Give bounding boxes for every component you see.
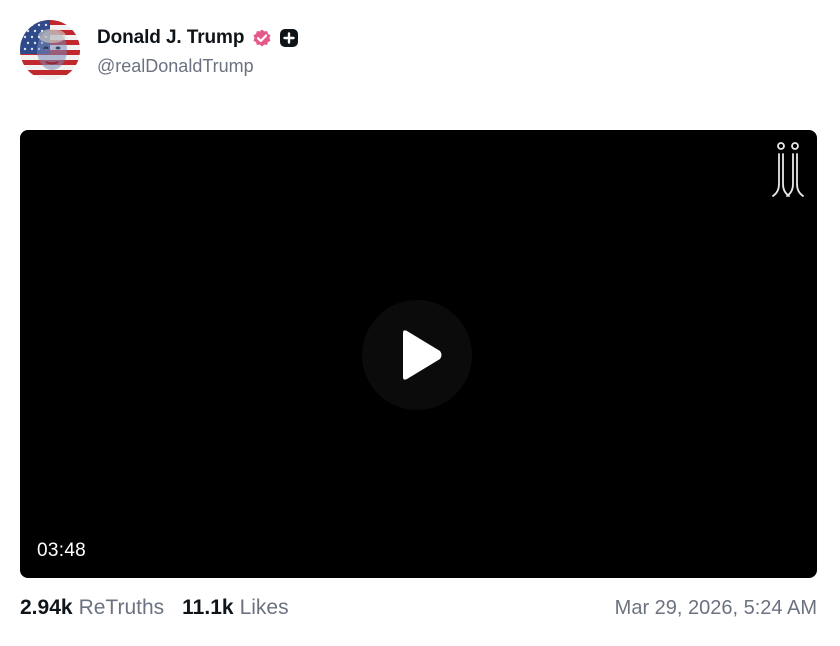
avatar[interactable]	[20, 20, 80, 80]
retruths-stat[interactable]: 2.94k ReTruths	[20, 596, 164, 620]
retruths-label: ReTruths	[78, 596, 165, 619]
play-icon	[403, 330, 442, 380]
post-header: Donald J. Trump @realDonaldTrump	[20, 20, 299, 82]
verified-check-icon	[251, 27, 273, 49]
likes-stat[interactable]: 11.1k Likes	[182, 596, 288, 620]
retruths-count: 2.94k	[20, 596, 73, 619]
video-player[interactable]: 03:48	[20, 130, 817, 578]
author-display-name[interactable]: Donald J. Trump	[97, 27, 244, 49]
author-handle[interactable]: @realDonaldTrump	[97, 56, 299, 77]
truth-social-watermark-icon	[769, 140, 807, 202]
play-button[interactable]	[362, 300, 472, 410]
plus-badge-icon	[279, 28, 299, 48]
likes-count: 11.1k	[182, 596, 234, 619]
author-info: Donald J. Trump @realDonaldTrump	[97, 25, 299, 77]
author-name-row: Donald J. Trump	[97, 25, 299, 51]
flag-portrait-avatar-icon	[20, 20, 80, 80]
post-timestamp[interactable]: Mar 29, 2026, 5:24 AM	[615, 597, 817, 620]
video-duration: 03:48	[37, 540, 87, 561]
likes-label: Likes	[239, 596, 289, 619]
post-stats-bar: 2.94k ReTruths 11.1k Likes Mar 29, 2026,…	[20, 592, 817, 624]
